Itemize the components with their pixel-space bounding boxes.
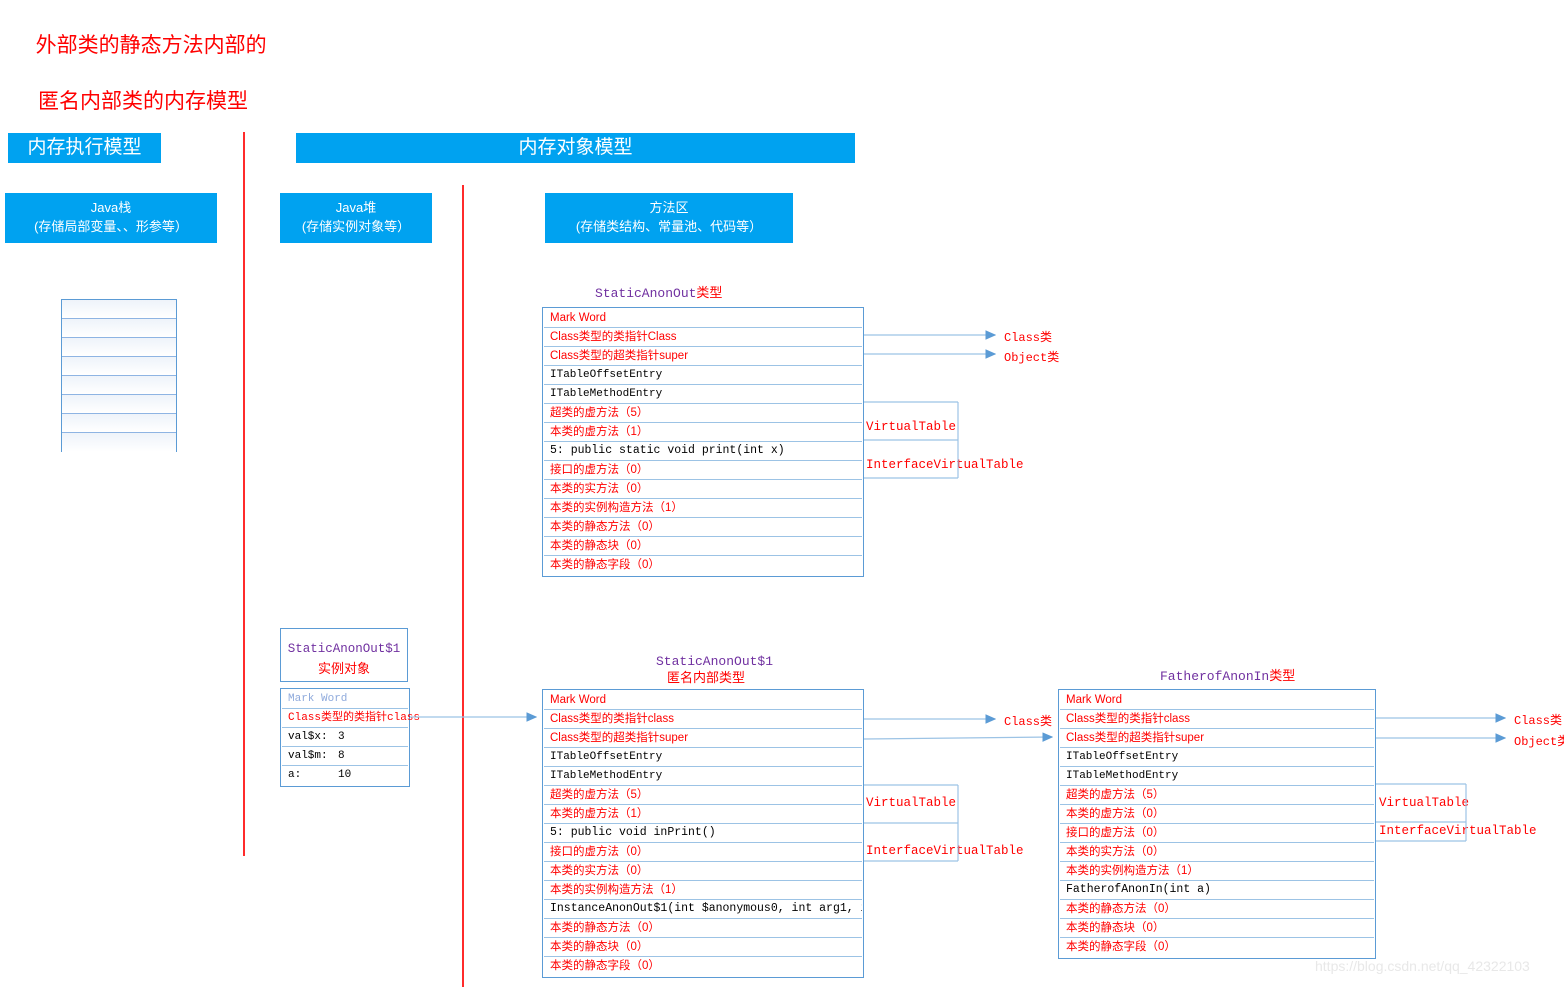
connector-arrows-layer	[410, 330, 1507, 862]
watermark: https://blog.csdn.net/qq_42322103	[1315, 958, 1530, 974]
arrow-super-pointer-1	[863, 732, 1054, 742]
